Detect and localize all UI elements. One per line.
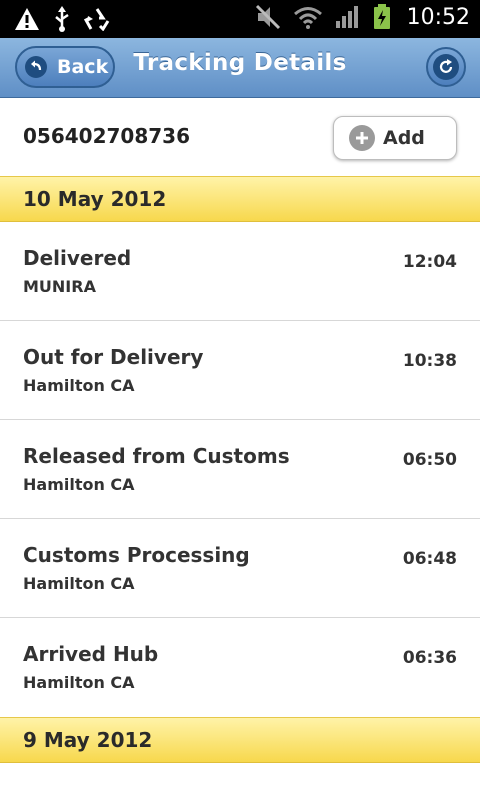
tracking-event-row[interactable]: Delivered MUNIRA 12:04 — [0, 222, 480, 321]
nav-bar: Back Tracking Details — [0, 38, 480, 98]
warning-icon — [15, 8, 39, 30]
mute-icon — [255, 4, 280, 30]
event-location: Hamilton CA — [23, 673, 135, 692]
status-left-icons — [14, 6, 110, 32]
tracking-event-row[interactable]: Arrived Hub Hamilton CA 06:36 — [0, 618, 480, 717]
tracking-event-row[interactable]: Released from Customs Hamilton CA 06:50 — [0, 420, 480, 519]
event-time: 06:48 — [402, 549, 457, 569]
usb-icon — [55, 6, 69, 32]
page-title: Tracking Details — [133, 50, 347, 76]
date-header-label: 9 May 2012 — [23, 728, 153, 752]
tracking-number-row: 056402708736 Add — [0, 98, 480, 176]
date-header-label: 10 May 2012 — [23, 187, 167, 211]
event-status: Customs Processing — [23, 543, 250, 567]
event-location: Hamilton CA — [23, 376, 135, 395]
add-button[interactable]: Add — [333, 116, 457, 160]
event-location: Hamilton CA — [23, 475, 135, 494]
event-time: 06:36 — [402, 648, 457, 668]
tracking-event-row[interactable]: Out for Delivery Hamilton CA 10:38 — [0, 321, 480, 420]
tracking-number: 056402708736 — [23, 124, 190, 148]
event-status: Out for Delivery — [23, 345, 204, 369]
refresh-button[interactable] — [426, 47, 466, 87]
event-location: MUNIRA — [23, 277, 96, 296]
wifi-icon — [293, 7, 322, 29]
event-status: Delivered — [23, 246, 132, 270]
add-label: Add — [383, 127, 425, 149]
date-header: 9 May 2012 — [0, 717, 480, 763]
battery-charging-icon — [373, 4, 390, 29]
event-status: Released from Customs — [23, 444, 290, 468]
date-header: 10 May 2012 — [0, 176, 480, 222]
status-time: 10:52 — [406, 4, 470, 30]
event-time: 10:38 — [402, 351, 457, 371]
signal-icon — [335, 6, 358, 28]
event-status: Arrived Hub — [23, 642, 159, 666]
status-right-icons: 10:52 — [255, 4, 470, 30]
status-bar: 10:52 — [0, 0, 480, 38]
tracking-event-row[interactable]: Customs Processing Hamilton CA 06:48 — [0, 519, 480, 618]
event-time: 12:04 — [402, 252, 457, 272]
refresh-icon — [433, 54, 459, 80]
plus-icon — [349, 125, 375, 151]
event-location: Hamilton CA — [23, 574, 135, 593]
event-time: 06:50 — [402, 450, 457, 470]
recycle-icon — [84, 8, 110, 31]
